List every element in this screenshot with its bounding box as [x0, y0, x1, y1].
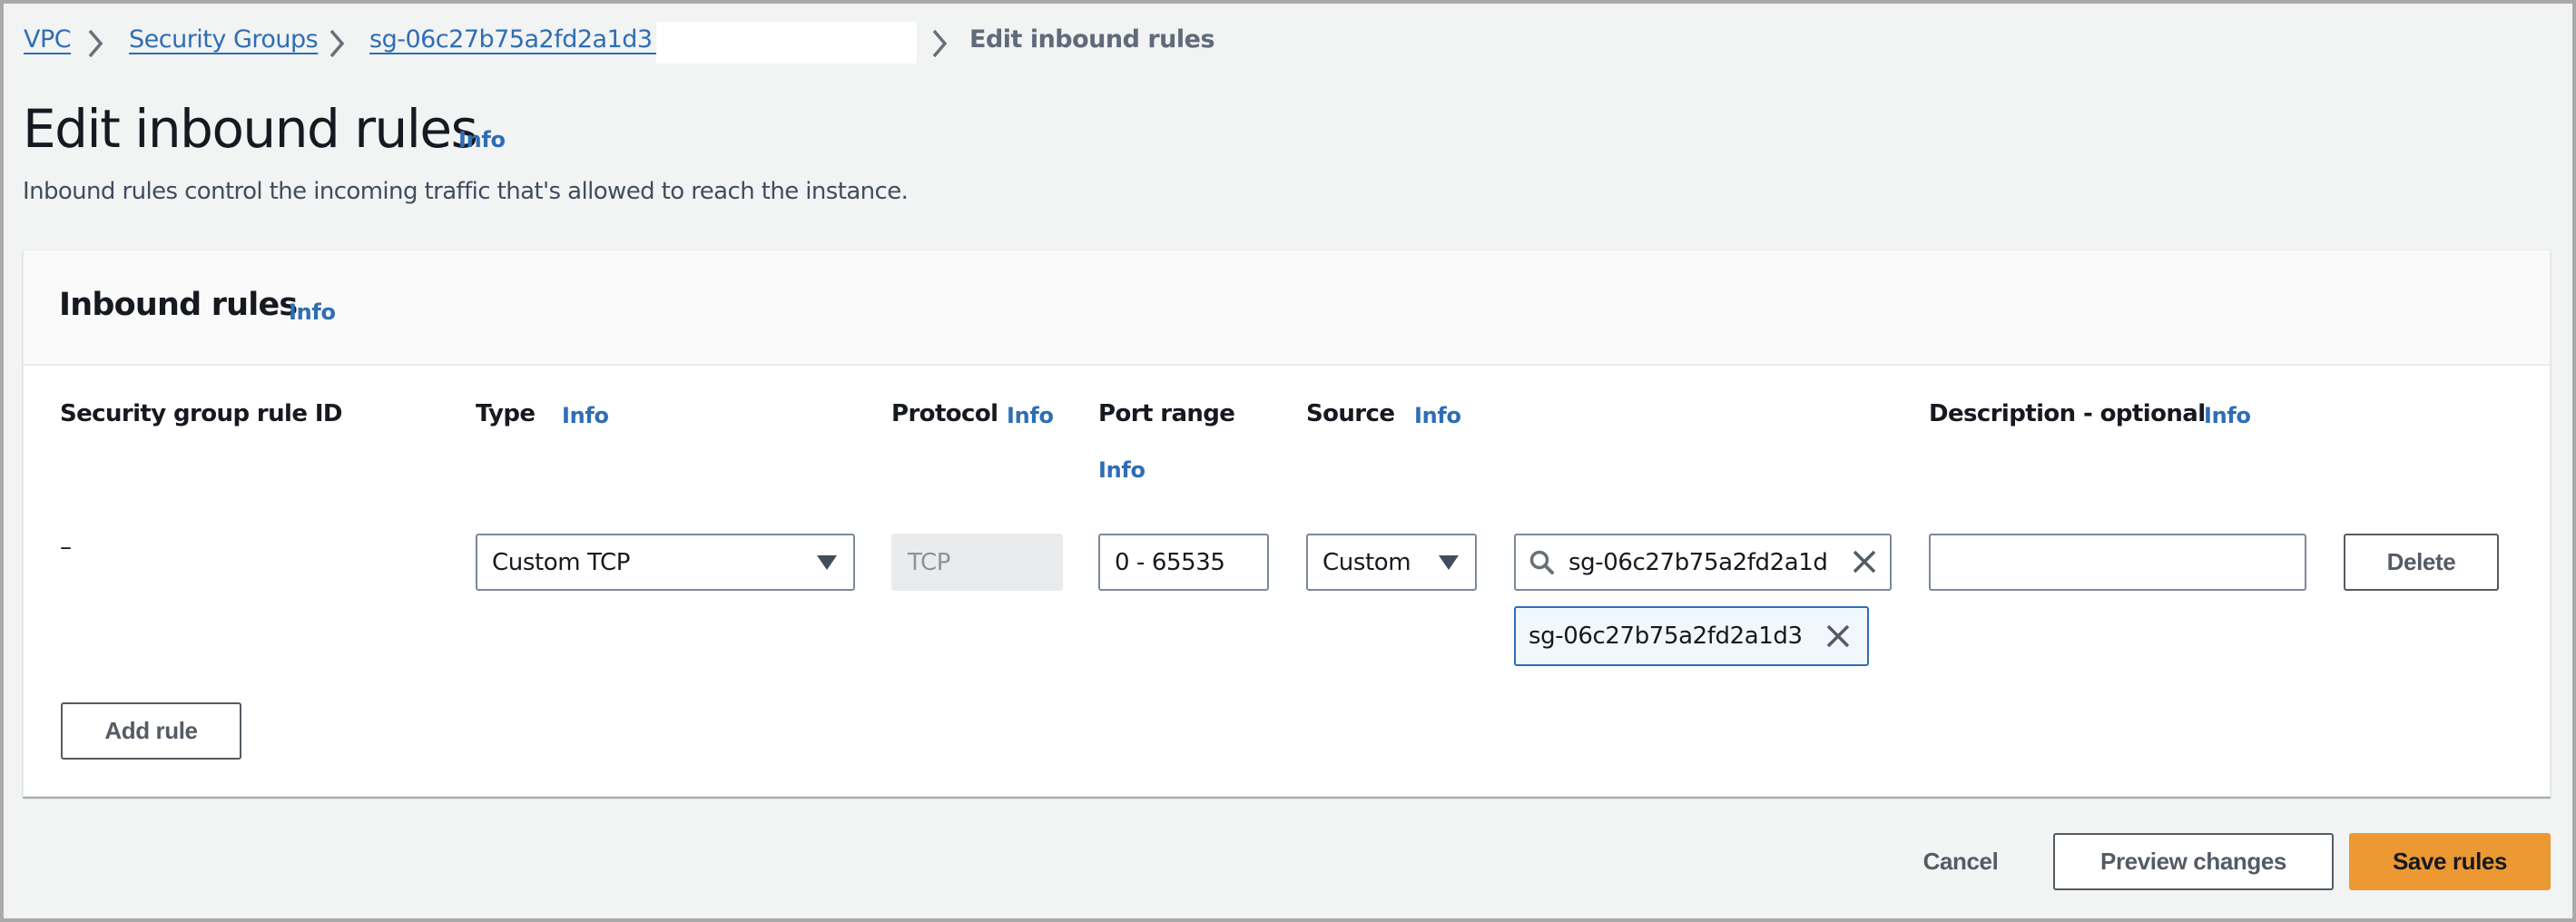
inbound-rules-panel: Inbound rules Info Security group rule I… [23, 250, 2551, 797]
source-search-value: sg-06c27b75a2fd2a1d [1568, 548, 1828, 576]
port-range-value: 0 - 65535 [1115, 548, 1225, 576]
redacted-region [656, 22, 917, 64]
caret-down-icon [817, 555, 837, 570]
column-header-port-range: Port range [1098, 400, 1235, 427]
protocol-value: TCP [908, 548, 950, 576]
type-info-link[interactable]: Info [562, 403, 609, 428]
search-icon [1529, 549, 1556, 576]
delete-rule-button[interactable]: Delete [2344, 534, 2499, 591]
remove-token-icon[interactable] [1825, 623, 1851, 649]
protocol-info-link[interactable]: Info [1007, 403, 1054, 428]
chevron-right-icon [323, 27, 350, 60]
column-header-description: Description - optional [1929, 400, 2206, 427]
source-token-label: sg-06c27b75a2fd2a1d3 [1529, 623, 1803, 650]
column-header-protocol: Protocol [891, 400, 998, 427]
source-search-input[interactable]: sg-06c27b75a2fd2a1d [1514, 534, 1892, 591]
breadcrumb-security-groups[interactable]: Security Groups [129, 25, 319, 54]
column-header-source: Source [1306, 400, 1395, 427]
source-type-value: Custom [1322, 548, 1411, 576]
breadcrumb-current: Edit inbound rules [969, 25, 1215, 54]
description-info-link[interactable]: Info [2204, 403, 2251, 428]
clear-search-icon[interactable] [1852, 549, 1877, 574]
protocol-field: TCP [891, 534, 1063, 591]
page-info-link[interactable]: Info [458, 127, 506, 152]
description-input[interactable] [1929, 534, 2306, 591]
panel-info-link[interactable]: Info [289, 299, 336, 325]
panel-header: Inbound rules Info [24, 250, 2550, 366]
type-select-value: Custom TCP [492, 548, 631, 576]
port-range-input[interactable]: 0 - 65535 [1098, 534, 1269, 591]
breadcrumb-security-group-id[interactable]: sg-06c27b75a2fd2a1d3 - [369, 25, 668, 54]
panel-title: Inbound rules [59, 287, 298, 323]
rule-id-value: – [60, 534, 72, 561]
caret-down-icon [1439, 555, 1459, 570]
preview-changes-button[interactable]: Preview changes [2053, 833, 2334, 890]
chevron-right-icon [926, 27, 953, 60]
port-range-info-link[interactable]: Info [1098, 457, 1145, 483]
source-type-select[interactable]: Custom [1306, 534, 1477, 591]
page-title: Edit inbound rules [23, 98, 478, 160]
source-token: sg-06c27b75a2fd2a1d3 [1514, 606, 1869, 666]
save-rules-button[interactable]: Save rules [2349, 833, 2551, 890]
column-header-rule-id: Security group rule ID [60, 400, 343, 427]
column-header-type: Type [476, 400, 536, 427]
breadcrumb-vpc[interactable]: VPC [24, 25, 72, 54]
cancel-button[interactable]: Cancel [1906, 833, 2015, 890]
page-description: Inbound rules control the incoming traff… [23, 178, 909, 205]
type-select[interactable]: Custom TCP [476, 534, 855, 591]
add-rule-button[interactable]: Add rule [61, 702, 241, 760]
chevron-right-icon [82, 27, 109, 60]
source-info-link[interactable]: Info [1414, 403, 1461, 428]
